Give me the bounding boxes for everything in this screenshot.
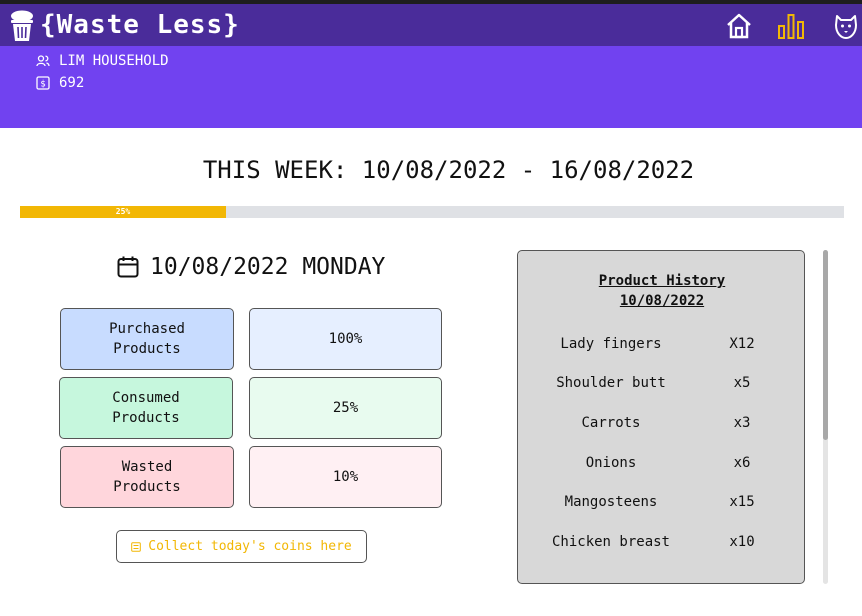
coin-count: 692 (59, 75, 85, 91)
week-title: THIS WEEK: 10/08/2022 - 16/08/2022 (202, 156, 695, 184)
history-item-qty: x6 (733, 455, 751, 471)
consumed-products-label: Consumed Products (59, 377, 233, 439)
coin-note-icon (131, 541, 142, 552)
history-scroll-thumb[interactable] (823, 250, 828, 440)
history-item-qty: x3 (733, 415, 751, 431)
home-icon[interactable] (724, 11, 754, 41)
history-item-name: Onions (585, 455, 637, 471)
wasted-products-value: 10% (249, 446, 442, 508)
history-item-name: Chicken breast (551, 534, 670, 550)
users-icon (36, 55, 50, 67)
household-name: LIM HOUSEHOLD (59, 53, 169, 69)
history-item-name: Shoulder butt (556, 375, 666, 391)
history-item-qty: x5 (733, 375, 751, 391)
history-title-line1: Product History (598, 273, 726, 289)
product-history-title: Product History 10/08/2022 (518, 271, 806, 311)
history-row: Carrots x3 (518, 413, 806, 433)
history-item-name: Lady fingers (560, 336, 662, 352)
history-row: Mangosteens x15 (518, 492, 806, 512)
history-row: Shoulder butt x5 (518, 373, 806, 393)
history-item-qty: x15 (729, 494, 755, 510)
purchased-label-text: Purchased Products (109, 321, 185, 357)
product-history-panel: Product History 10/08/2022 Lady fingers … (517, 250, 805, 584)
week-progress-label: 25% (115, 207, 131, 216)
day-date-label: 10/08/2022 MONDAY (150, 254, 386, 280)
svg-text:$: $ (40, 80, 45, 90)
dollar-icon: $ (36, 76, 50, 90)
history-scrollbar[interactable] (823, 250, 828, 584)
purchased-products-label: Purchased Products (60, 308, 234, 370)
consumed-products-value: 25% (249, 377, 442, 439)
history-item-qty: x10 (729, 534, 755, 550)
calendar-icon (117, 256, 139, 278)
dog-icon[interactable] (831, 11, 861, 41)
coins-row: $ 692 (36, 75, 84, 91)
history-item-qty: X12 (729, 336, 755, 352)
wasted-label-text: Wasted Products (113, 459, 181, 495)
household-bar: LIM HOUSEHOLD $ 692 (0, 46, 862, 128)
history-row: Chicken breast x10 (518, 532, 806, 552)
history-row: Onions x6 (518, 453, 806, 473)
trash-icon (11, 10, 33, 41)
history-item-name: Mangosteens (564, 494, 658, 510)
purchased-products-value: 100% (249, 308, 442, 370)
app-header: {Waste Less} (0, 4, 862, 46)
wasted-products-label: Wasted Products (60, 446, 234, 508)
collect-coins-button[interactable]: Collect today's coins here (116, 530, 367, 563)
app-brand: {Waste Less} (40, 10, 240, 40)
history-row: Lady fingers X12 (518, 334, 806, 354)
history-item-name: Carrots (581, 415, 641, 431)
history-title-line2: 10/08/2022 (619, 293, 705, 309)
day-title: 10/08/2022 MONDAY (116, 254, 385, 280)
week-progress-bar: 25% (20, 206, 844, 218)
household-row: LIM HOUSEHOLD (36, 53, 169, 69)
consumed-label-text: Consumed Products (112, 390, 180, 426)
bar-chart-icon[interactable] (776, 11, 806, 41)
main-content: THIS WEEK: 10/08/2022 - 16/08/2022 25% 1… (0, 128, 862, 616)
collect-coins-label: Collect today's coins here (148, 539, 352, 554)
